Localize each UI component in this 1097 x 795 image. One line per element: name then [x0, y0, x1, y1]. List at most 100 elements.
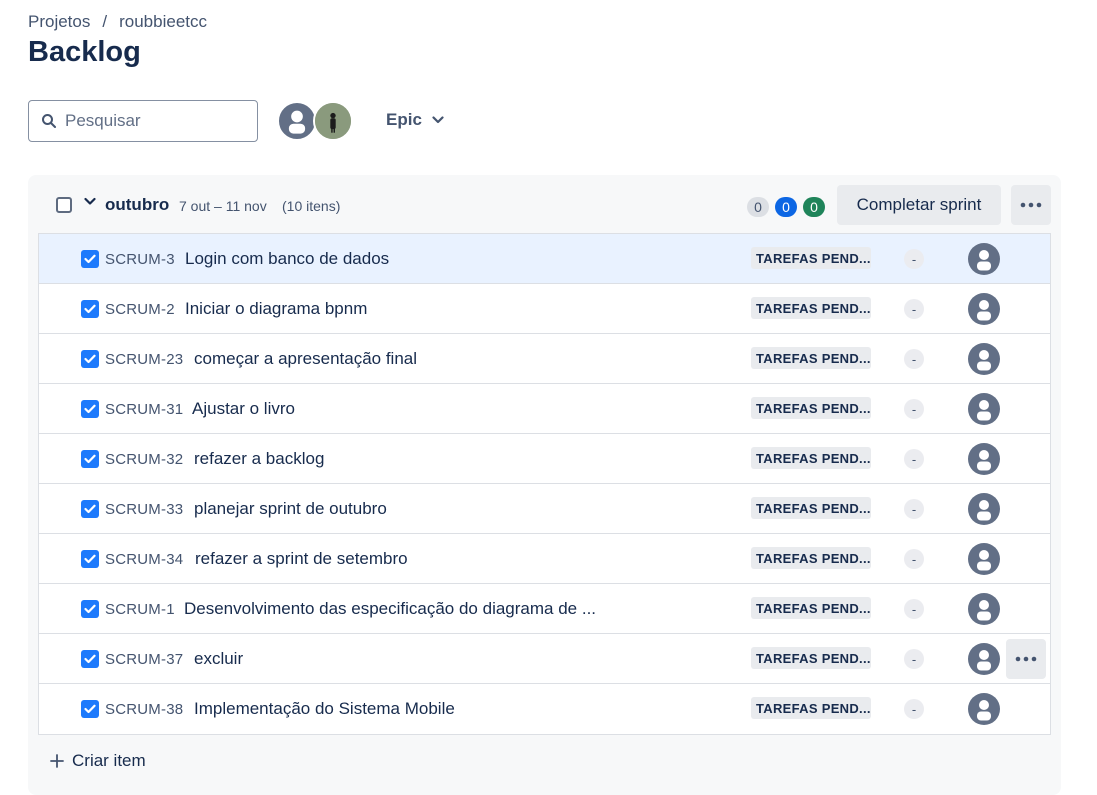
issue-key[interactable]: SCRUM-2	[105, 301, 175, 318]
status-lozenge[interactable]: TAREFAS PEND...	[751, 447, 871, 469]
search-box[interactable]	[28, 100, 258, 142]
status-lozenge[interactable]: TAREFAS PEND...	[751, 597, 871, 619]
issue-checkbox[interactable]	[81, 250, 99, 268]
issue-checkbox[interactable]	[81, 350, 99, 368]
check-icon	[84, 604, 96, 614]
assignee-avatar[interactable]	[968, 293, 1000, 325]
status-lozenge[interactable]: TAREFAS PEND...	[751, 547, 871, 569]
assignee-avatar[interactable]	[968, 543, 1000, 575]
breadcrumb-projects-link[interactable]: Projetos	[28, 12, 90, 32]
more-icon	[1020, 202, 1042, 208]
status-lozenge[interactable]: TAREFAS PEND...	[751, 247, 871, 269]
issue-checkbox[interactable]	[81, 300, 99, 318]
issue-title[interactable]: começar a apresentação final	[194, 349, 417, 369]
issue-title[interactable]: Desenvolvimento das especificação do dia…	[184, 599, 596, 619]
estimate-badge[interactable]: -	[904, 699, 924, 719]
assignee-avatar[interactable]	[968, 593, 1000, 625]
issue-title[interactable]: refazer a sprint de setembro	[195, 549, 408, 569]
status-lozenge[interactable]: TAREFAS PEND...	[751, 397, 871, 419]
issue-row[interactable]: SCRUM-3 Login com banco de dados TAREFAS…	[39, 234, 1050, 284]
issue-more-button[interactable]	[1006, 639, 1046, 679]
issue-key[interactable]: SCRUM-31	[105, 401, 183, 418]
person-icon	[977, 250, 991, 271]
issue-title[interactable]: excluir	[194, 649, 243, 669]
assignee-avatar[interactable]	[968, 343, 1000, 375]
estimate-badge[interactable]: -	[904, 599, 924, 619]
in-progress-count-badge: 0	[775, 197, 797, 217]
issue-key[interactable]: SCRUM-32	[105, 451, 183, 468]
issue-title[interactable]: Iniciar o diagrama bpnm	[185, 299, 367, 319]
epic-filter-dropdown[interactable]: Epic	[386, 110, 444, 130]
status-lozenge[interactable]: TAREFAS PEND...	[751, 297, 871, 319]
issue-checkbox[interactable]	[81, 550, 99, 568]
issue-row[interactable]: SCRUM-38 Implementação do Sistema Mobile…	[39, 684, 1050, 734]
issue-row[interactable]: SCRUM-34 refazer a sprint de setembro TA…	[39, 534, 1050, 584]
issue-key[interactable]: SCRUM-3	[105, 251, 175, 268]
issue-key[interactable]: SCRUM-33	[105, 501, 183, 518]
breadcrumb-separator: /	[102, 12, 108, 31]
status-lozenge[interactable]: TAREFAS PEND...	[751, 697, 871, 719]
sprint-issue-count: (10 itens)	[282, 198, 341, 214]
issue-title[interactable]: Ajustar o livro	[192, 399, 295, 419]
issue-checkbox[interactable]	[81, 450, 99, 468]
estimate-badge[interactable]: -	[904, 249, 924, 269]
issue-row[interactable]: SCRUM-23 começar a apresentação final TA…	[39, 334, 1050, 384]
assignee-avatar[interactable]	[968, 493, 1000, 525]
sprint-header: outubro 7 out – 11 nov (10 itens) 0 0 0 …	[28, 185, 1061, 225]
issue-title[interactable]: Implementação do Sistema Mobile	[194, 699, 455, 719]
issue-checkbox[interactable]	[81, 650, 99, 668]
issue-checkbox[interactable]	[81, 500, 99, 518]
assignee-avatar[interactable]	[968, 693, 1000, 725]
assignee-avatar[interactable]	[968, 443, 1000, 475]
breadcrumb-project-link[interactable]: roubbieetcc	[119, 12, 207, 32]
status-lozenge[interactable]: TAREFAS PEND...	[751, 347, 871, 369]
issue-row[interactable]: SCRUM-32 refazer a backlog TAREFAS PEND.…	[39, 434, 1050, 484]
status-lozenge[interactable]: TAREFAS PEND...	[751, 647, 871, 669]
todo-count-badge: 0	[747, 197, 769, 217]
issue-key[interactable]: SCRUM-38	[105, 701, 183, 718]
issue-checkbox[interactable]	[81, 700, 99, 718]
estimate-badge[interactable]: -	[904, 499, 924, 519]
avatar-user-default[interactable]	[277, 101, 317, 141]
assignee-avatar[interactable]	[968, 643, 1000, 675]
issue-title[interactable]: refazer a backlog	[194, 449, 324, 469]
issue-row[interactable]: SCRUM-2 Iniciar o diagrama bpnm TAREFAS …	[39, 284, 1050, 334]
issue-checkbox[interactable]	[81, 400, 99, 418]
sprint-name[interactable]: outubro	[105, 195, 169, 215]
issue-checkbox[interactable]	[81, 600, 99, 618]
issue-title[interactable]: Login com banco de dados	[185, 249, 389, 269]
breadcrumb: Projetos / roubbieetcc	[28, 12, 207, 32]
page-title: Backlog	[28, 36, 141, 68]
check-icon	[84, 454, 96, 464]
person-icon	[977, 600, 991, 621]
issue-title[interactable]: planejar sprint de outubro	[194, 499, 387, 519]
issue-key[interactable]: SCRUM-34	[105, 551, 183, 568]
assignee-avatar[interactable]	[968, 243, 1000, 275]
issue-key[interactable]: SCRUM-1	[105, 601, 175, 618]
estimate-badge[interactable]: -	[904, 399, 924, 419]
issue-key[interactable]: SCRUM-37	[105, 651, 183, 668]
issue-key[interactable]: SCRUM-23	[105, 351, 183, 368]
issue-row[interactable]: SCRUM-37 excluir TAREFAS PEND... -	[39, 634, 1050, 684]
search-input[interactable]	[65, 111, 235, 131]
sprint-select-checkbox[interactable]	[56, 197, 72, 213]
estimate-badge[interactable]: -	[904, 449, 924, 469]
avatar-user-photo[interactable]	[313, 101, 353, 141]
issue-row[interactable]: SCRUM-1 Desenvolvimento das especificaçã…	[39, 584, 1050, 634]
chevron-down-icon	[432, 116, 444, 124]
status-lozenge[interactable]: TAREFAS PEND...	[751, 497, 871, 519]
complete-sprint-button[interactable]: Completar sprint	[837, 185, 1001, 225]
estimate-badge[interactable]: -	[904, 299, 924, 319]
estimate-badge[interactable]: -	[904, 549, 924, 569]
issue-row[interactable]: SCRUM-31 Ajustar o livro TAREFAS PEND...…	[39, 384, 1050, 434]
more-icon	[1015, 656, 1037, 662]
chevron-down-icon[interactable]	[84, 197, 96, 207]
person-icon	[977, 400, 991, 421]
estimate-badge[interactable]: -	[904, 649, 924, 669]
assignee-avatar[interactable]	[968, 393, 1000, 425]
create-item-button[interactable]: Criar item	[50, 751, 146, 771]
check-icon	[84, 504, 96, 514]
estimate-badge[interactable]: -	[904, 349, 924, 369]
sprint-more-button[interactable]	[1011, 185, 1051, 225]
issue-row[interactable]: SCRUM-33 planejar sprint de outubro TARE…	[39, 484, 1050, 534]
